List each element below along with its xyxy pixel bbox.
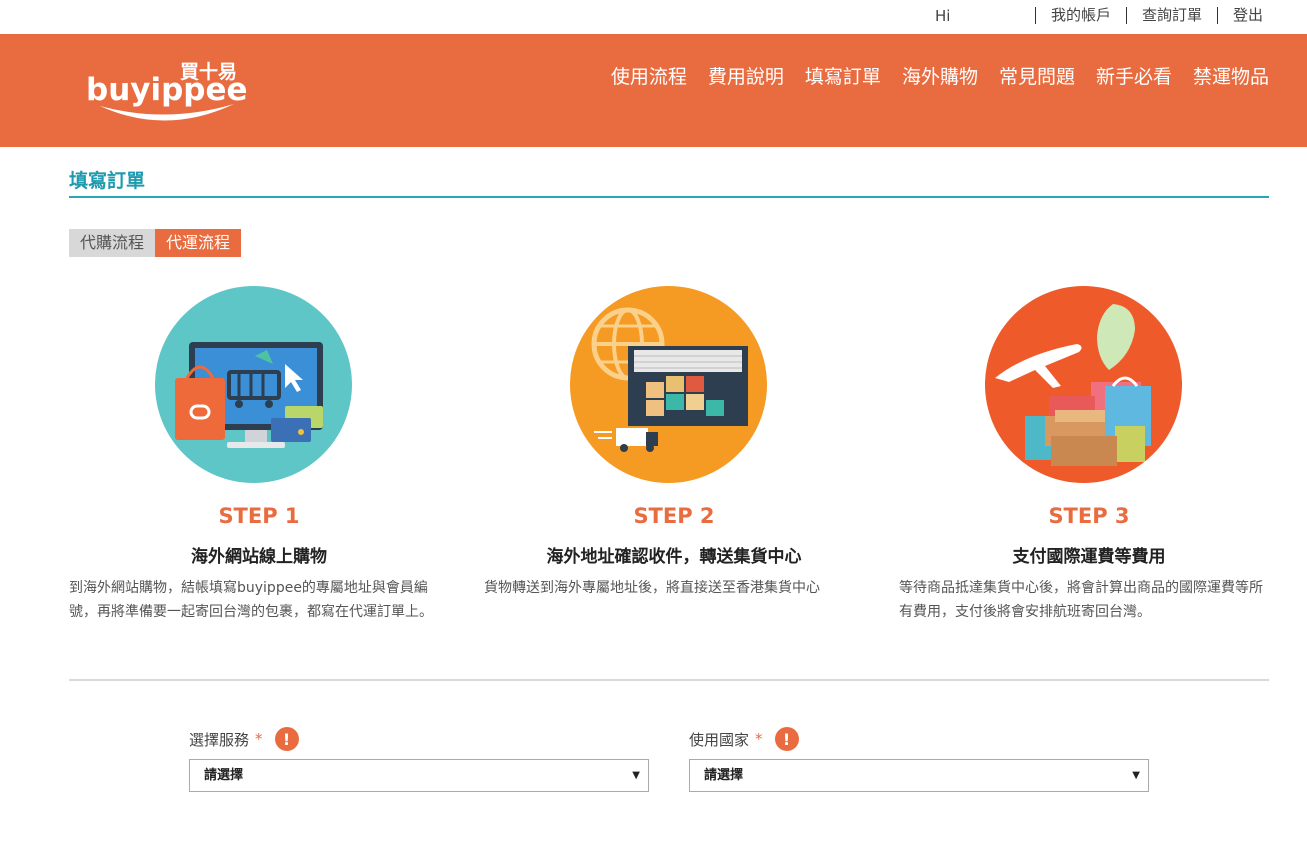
country-field: 使用國家 * ! 請選擇 ▼	[689, 726, 1149, 792]
page-title: 填寫訂單	[69, 170, 146, 192]
service-select[interactable]: 請選擇 ▼	[189, 759, 649, 792]
step-number: STEP 1	[218, 504, 300, 528]
process-tabs: 代購流程 代運流程	[69, 229, 242, 257]
alert-icon[interactable]: !	[774, 727, 799, 751]
country-label-row: 使用國家 * !	[689, 726, 1149, 752]
nav-usage-flow[interactable]: 使用流程	[611, 62, 687, 89]
required-mark: *	[255, 730, 263, 748]
country-select[interactable]: 請選擇 ▼	[689, 759, 1149, 792]
alert-icon[interactable]: !	[274, 727, 299, 751]
nav-faq[interactable]: 常見問題	[999, 62, 1075, 89]
tab-purchase-process[interactable]: 代購流程	[69, 229, 156, 257]
nav-fill-order[interactable]: 填寫訂單	[805, 62, 881, 89]
account-links: 我的帳戶 查詢訂單 登出	[1034, 7, 1265, 24]
order-lookup-link[interactable]: 查詢訂單	[1125, 7, 1217, 24]
chevron-down-icon: ▼	[632, 770, 640, 781]
step-number: STEP 3	[1048, 504, 1130, 528]
main-nav: 使用流程 費用說明 填寫訂單 海外購物 常見問題 新手必看 禁運物品	[590, 62, 1269, 89]
greeting: Hi	[935, 7, 951, 25]
step-description: 到海外網站購物，結帳填寫buyippee的專屬地址與會員編號，再將準備要一起寄回…	[69, 580, 433, 620]
section-divider	[69, 679, 1269, 681]
service-select-value: 請選擇	[204, 768, 244, 783]
nav-fees[interactable]: 費用說明	[708, 62, 784, 89]
step-number: STEP 2	[633, 504, 715, 528]
step-title: 海外地址確認收件，轉送集貨中心	[546, 547, 802, 567]
required-mark: *	[755, 730, 763, 748]
step-title: 海外網站線上購物	[191, 547, 327, 567]
service-label: 選擇服務	[189, 730, 250, 749]
main-header: 買十易 buyippee 使用流程 費用說明 填寫訂單 海外購物 常見問題 新手…	[0, 34, 1307, 147]
nav-newbie-guide[interactable]: 新手必看	[1096, 62, 1172, 89]
step-description: 等待商品抵達集貨中心後，將會計算出商品的國際運費等所有費用，支付後將會安排航班寄…	[899, 580, 1263, 620]
title-divider	[69, 196, 1269, 198]
logo-smile-icon	[100, 104, 234, 121]
nav-prohibited-items[interactable]: 禁運物品	[1193, 62, 1269, 89]
warehouse-icon	[570, 286, 767, 483]
logo[interactable]: 買十易 buyippee	[86, 58, 248, 128]
chevron-down-icon: ▼	[1132, 770, 1140, 781]
top-utility-bar: Hi 我的帳戶 查詢訂單 登出	[0, 0, 1307, 34]
logout-link[interactable]: 登出	[1216, 7, 1265, 24]
country-label: 使用國家	[689, 730, 750, 749]
nav-overseas-shopping[interactable]: 海外購物	[902, 62, 978, 89]
service-label-row: 選擇服務 * !	[189, 726, 649, 752]
country-select-value: 請選擇	[704, 768, 744, 783]
step-title: 支付國際運費等費用	[1012, 547, 1166, 567]
tab-forwarding-process[interactable]: 代運流程	[155, 229, 242, 257]
step-description: 貨物轉送到海外專屬地址後，將直接送至香港集貨中心	[484, 580, 820, 596]
airplane-icon	[985, 286, 1182, 483]
my-account-link[interactable]: 我的帳戶	[1034, 7, 1126, 24]
service-field: 選擇服務 * ! 請選擇 ▼	[189, 726, 649, 792]
online-shopping-icon	[155, 286, 352, 483]
